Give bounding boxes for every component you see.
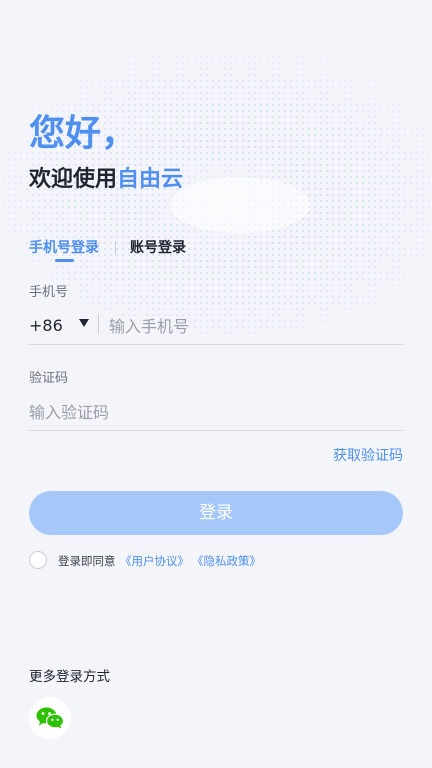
tab-divider xyxy=(115,241,116,255)
more-login-title: 更多登录方式 xyxy=(29,669,110,685)
brand-name: 自由云 xyxy=(117,167,184,192)
country-code-select[interactable]: +86 xyxy=(29,315,63,337)
verification-code-field xyxy=(29,396,403,431)
tab-account-login[interactable]: 账号登录 xyxy=(130,238,186,258)
user-agreement-link[interactable]: 《用户协议》 xyxy=(120,552,189,570)
phone-field: +86 xyxy=(29,310,403,345)
privacy-policy-link[interactable]: 《隐私政策》 xyxy=(192,552,261,570)
tab-account-login-label: 账号登录 xyxy=(130,240,186,256)
welcome-prefix: 欢迎使用 xyxy=(29,167,118,192)
greeting-title: 您好， xyxy=(29,113,138,154)
agreement-text: 登录即同意 xyxy=(58,554,116,568)
field-divider xyxy=(98,314,99,334)
active-tab-indicator xyxy=(55,259,74,262)
wechat-login-button[interactable] xyxy=(29,697,71,739)
login-button[interactable]: 登录 xyxy=(29,491,403,535)
welcome-title: 欢迎使用自由云 xyxy=(29,164,183,196)
verification-code-input[interactable] xyxy=(29,400,399,424)
tab-phone-login[interactable]: 手机号登录 xyxy=(29,238,99,262)
phone-field-label: 手机号 xyxy=(29,285,69,300)
chevron-down-icon[interactable] xyxy=(79,319,89,327)
wechat-icon xyxy=(36,707,64,729)
agreement-checkbox[interactable] xyxy=(29,551,47,569)
tab-phone-login-label: 手机号登录 xyxy=(29,240,99,256)
code-field-label: 验证码 xyxy=(29,371,69,386)
get-code-button[interactable]: 获取验证码 xyxy=(333,446,403,466)
phone-input[interactable] xyxy=(109,314,399,338)
